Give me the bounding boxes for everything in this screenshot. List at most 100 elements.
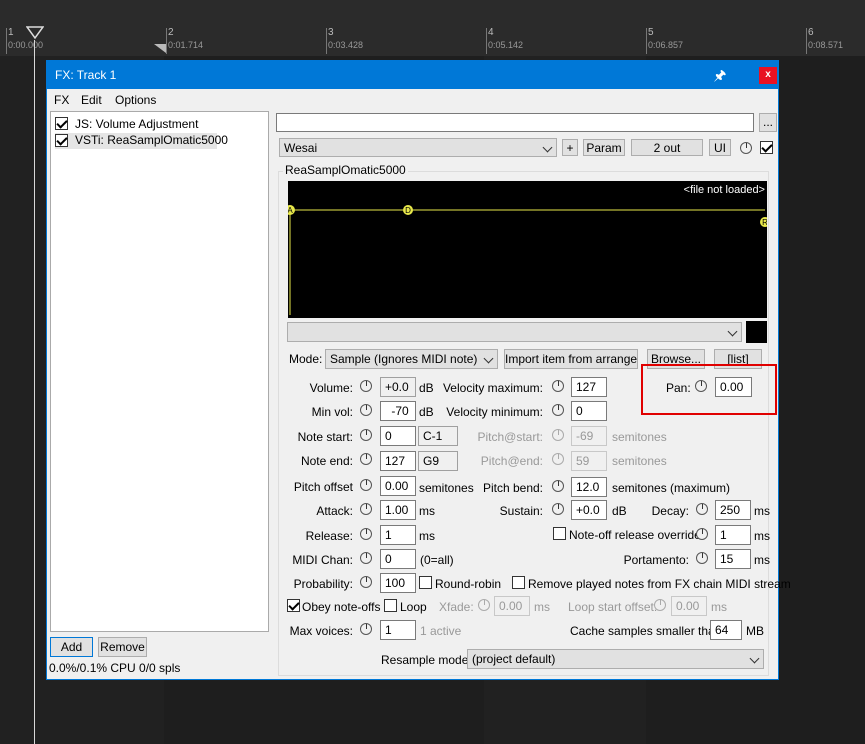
notestart-field[interactable]: 0 (380, 426, 416, 446)
maxvoices-status: 1 active (420, 624, 462, 638)
midichan-note: (0=all) (420, 553, 454, 567)
menu-options[interactable]: Options (115, 93, 156, 107)
cache-field[interactable]: 64 (710, 620, 742, 640)
loop-label: Loop (400, 600, 427, 614)
io-button[interactable]: 2 out (631, 139, 703, 156)
midichan-field[interactable]: 0 (380, 549, 416, 569)
bar-label: 5 (648, 27, 654, 38)
pitchend-field: 59 (571, 451, 607, 471)
remove-played-checkbox[interactable] (512, 576, 525, 589)
velmax-knob-icon[interactable] (552, 380, 564, 392)
import-item-button[interactable]: Import item from arrange (504, 349, 638, 369)
browse-dots-button[interactable]: ... (759, 113, 777, 132)
release-label: Release: (305, 529, 353, 543)
loop-end-marker-icon[interactable] (154, 44, 166, 54)
time-label: 0:01.714 (168, 40, 204, 50)
midichan-knob-icon[interactable] (360, 552, 372, 564)
volume-field[interactable]: +0.0 (380, 377, 416, 397)
resample-combo[interactable]: (project default) (467, 649, 764, 669)
noteoff-knob-icon[interactable] (696, 528, 708, 540)
maxvoices-knob-icon[interactable] (360, 623, 372, 635)
noteend-field[interactable]: 127 (380, 451, 416, 471)
pitchoffset-knob-icon[interactable] (360, 479, 372, 491)
notestart-knob-icon[interactable] (360, 429, 372, 441)
maxvoices-field[interactable]: 1 (380, 620, 416, 640)
add-preset-button[interactable]: + (562, 139, 578, 156)
mode-label: Mode: (289, 352, 323, 366)
attack-knob-icon[interactable] (360, 503, 372, 515)
waveform-display[interactable]: <file not loaded> A D R (288, 181, 767, 318)
timeline-tick (6, 28, 7, 54)
volume-knob-icon[interactable] (360, 380, 372, 392)
probability-knob-icon[interactable] (360, 576, 372, 588)
mode-combo[interactable]: Sample (Ignores MIDI note) (325, 349, 498, 369)
time-label: 0:05.142 (488, 40, 524, 50)
time-label: 0:08.571 (808, 40, 844, 50)
portamento-knob-icon[interactable] (696, 552, 708, 564)
noteoff-field[interactable]: 1 (715, 525, 751, 545)
pitchoffset-field[interactable]: 0.00 (380, 476, 416, 496)
color-swatch[interactable] (746, 321, 767, 343)
pitchbend-unit: semitones (maximum) (612, 481, 731, 495)
fx-enable-checkbox[interactable] (55, 117, 68, 130)
minvol-label: Min vol: (311, 405, 353, 419)
probability-field[interactable]: 100 (380, 573, 416, 593)
pitchbend-field[interactable]: 12.0 (571, 477, 607, 497)
portamento-field[interactable]: 15 (715, 549, 751, 569)
release-field[interactable]: 1 (380, 525, 416, 545)
velmin-knob-icon[interactable] (552, 404, 564, 416)
fx-chain-list[interactable]: JS: Volume Adjustment VSTi: ReaSamplOmat… (50, 111, 269, 632)
sustain-field[interactable]: +0.0 (571, 500, 607, 520)
cache-label: Cache samples smaller than: (570, 624, 725, 638)
mode-value: Sample (Ignores MIDI note) (330, 352, 478, 366)
velmin-field[interactable]: 0 (571, 401, 607, 421)
pitchoffset-unit: semitones (419, 481, 474, 495)
roundrobin-checkbox[interactable] (419, 576, 432, 589)
release-point-label: R (762, 218, 767, 227)
volume-label: Volume: (309, 381, 353, 395)
sample-file-combo[interactable] (287, 322, 742, 342)
ui-button[interactable]: UI (709, 139, 731, 156)
loopstart-unit: ms (711, 600, 727, 614)
timeline-ruler[interactable]: 1 0:00.000 2 0:01.714 3 0:03.428 4 0:05.… (0, 0, 865, 56)
pitchstart-field: -69 (571, 426, 607, 446)
timeline-tick (326, 28, 327, 54)
obey-noteoffs-checkbox[interactable] (287, 599, 300, 612)
decay-knob-icon[interactable] (696, 503, 708, 515)
pin-icon[interactable]: 🖈 (713, 65, 727, 83)
sustain-knob-icon[interactable] (552, 503, 564, 515)
window-titlebar[interactable]: FX: Track 1 🖈 x (47, 61, 778, 89)
fx-name-field[interactable] (276, 113, 754, 132)
fx-item-reasamplomatic[interactable]: VSTi: ReaSamplOmatic5000 (55, 133, 228, 149)
loopstart-label: Loop start offset: (568, 600, 658, 614)
preset-combo[interactable]: Wesai (279, 138, 557, 157)
pitchbend-knob-icon[interactable] (552, 480, 564, 492)
menu-edit[interactable]: Edit (81, 93, 102, 107)
release-knob-icon[interactable] (360, 528, 372, 540)
minvol-knob-icon[interactable] (360, 404, 372, 416)
noteend-name-field[interactable]: G9 (418, 451, 458, 471)
close-button[interactable]: x (759, 67, 777, 84)
playhead-marker-icon[interactable] (26, 26, 44, 40)
add-fx-button[interactable]: Add (50, 637, 93, 657)
remove-fx-button[interactable]: Remove (98, 637, 147, 657)
attack-field[interactable]: 1.00 (380, 500, 416, 520)
param-button[interactable]: Param (583, 139, 625, 156)
loop-checkbox[interactable] (384, 599, 397, 612)
envelope-graph[interactable]: A D R (288, 181, 767, 318)
noteoff-override-checkbox[interactable] (553, 527, 566, 540)
bypass-checkbox[interactable] (760, 141, 773, 154)
noteend-knob-icon[interactable] (360, 453, 372, 465)
fx-enable-checkbox[interactable] (55, 134, 68, 147)
decay-field[interactable]: 250 (715, 500, 751, 520)
fx-item-label: VSTi: ReaSamplOmatic5000 (75, 133, 228, 147)
loopstart-field: 0.00 (671, 596, 707, 616)
menu-fx[interactable]: FX (54, 93, 69, 107)
minvol-field[interactable]: -70 (380, 401, 416, 421)
notestart-name-field[interactable]: C-1 (418, 426, 458, 446)
time-label: 0:00.000 (8, 40, 44, 50)
attack-point-label: A (288, 206, 293, 215)
velmax-field[interactable]: 127 (571, 377, 607, 397)
wet-knob-icon[interactable] (740, 142, 752, 154)
chevron-down-icon (483, 353, 494, 364)
